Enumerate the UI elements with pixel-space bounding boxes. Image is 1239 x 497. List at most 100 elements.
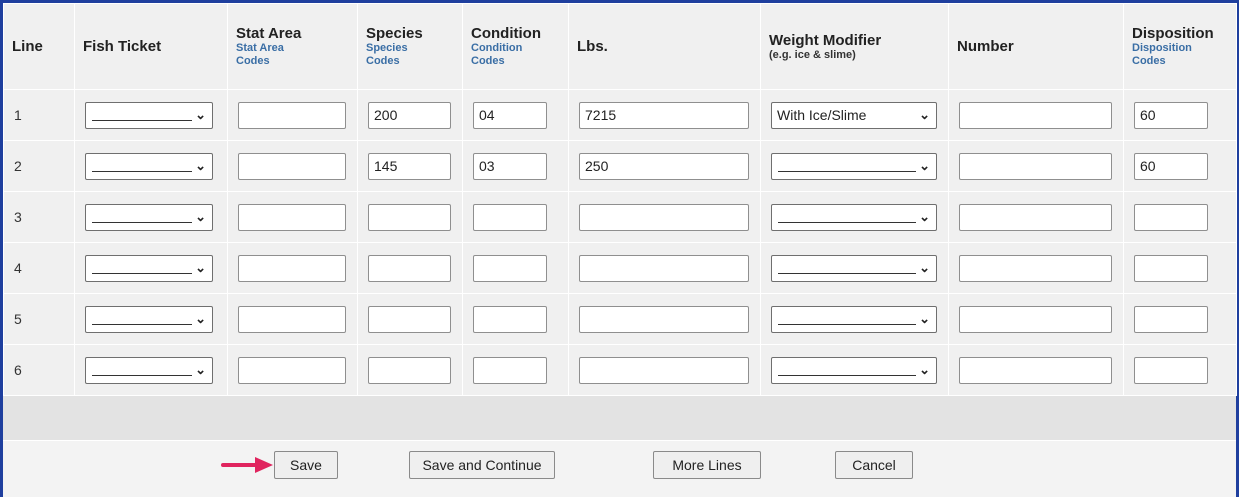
lbs-cell [568,344,761,396]
stat-area-input[interactable] [238,152,346,180]
disposition-cell [1123,140,1237,192]
species-codes-link[interactable]: Species Codes [366,42,426,68]
lbs-input[interactable] [579,101,749,129]
empty-option-line [92,272,192,274]
lbs-input[interactable] [579,305,749,333]
save-and-continue-button[interactable]: Save and Continue [409,451,555,479]
number-input[interactable] [959,254,1112,282]
stat-area-input[interactable] [238,203,346,231]
condition-cell [462,140,569,192]
chevron-down-icon: ⌄ [195,259,206,275]
species-input[interactable] [368,356,451,384]
lbs-input[interactable] [579,203,749,231]
lbs-cell [568,89,761,141]
table-row: 3 ⌄ ⌄ [3,191,1237,243]
weight-modifier-select[interactable]: ⌄ [771,152,937,180]
disposition-input[interactable] [1134,254,1208,282]
disposition-input[interactable] [1134,356,1208,384]
lbs-input[interactable] [579,356,749,384]
condition-codes-link[interactable]: Condition Codes [471,42,541,68]
table-row: 6 ⌄ ⌄ [3,344,1237,396]
condition-input[interactable] [473,101,547,129]
empty-option-line [92,170,192,172]
disposition-input[interactable] [1134,305,1208,333]
weight-modifier-cell: ⌄ [760,242,949,294]
chevron-down-icon: ⌄ [195,310,206,326]
more-lines-button[interactable]: More Lines [653,451,761,479]
disposition-input[interactable] [1134,101,1208,129]
number-input[interactable] [959,203,1112,231]
weight-modifier-select[interactable]: ⌄ [771,356,937,384]
line-number: 4 [3,242,75,294]
disposition-cell [1123,344,1237,396]
stat-area-cell [227,293,358,345]
condition-cell [462,89,569,141]
line-number: 2 [3,140,75,192]
lbs-cell [568,140,761,192]
weight-modifier-select[interactable]: ⌄ [771,203,937,231]
empty-option-line [92,323,192,325]
condition-input[interactable] [473,152,547,180]
header-fish-ticket: Fish Ticket [74,3,228,90]
line-number: 6 [3,344,75,396]
chevron-down-icon: ⌄ [919,310,930,326]
stat-area-codes-link[interactable]: Stat Area Codes [236,42,306,68]
chevron-down-icon: ⌄ [195,106,206,122]
fish-ticket-cell: ⌄ [74,242,228,294]
condition-cell [462,293,569,345]
save-button[interactable]: Save [274,451,338,479]
empty-option-line [92,221,192,223]
form-spacer [3,396,1236,440]
condition-input[interactable] [473,356,547,384]
weight-modifier-cell: ⌄ [760,344,949,396]
fish-ticket-select[interactable]: ⌄ [85,152,213,180]
number-input[interactable] [959,101,1112,129]
number-cell [948,191,1124,243]
chevron-down-icon: ⌄ [919,208,930,224]
species-input[interactable] [368,101,451,129]
fish-ticket-select[interactable]: ⌄ [85,356,213,384]
fish-ticket-select[interactable]: ⌄ [85,254,213,282]
number-input[interactable] [959,152,1112,180]
fish-ticket-cell: ⌄ [74,293,228,345]
action-bar: Save Save and Continue More Lines Cancel [3,440,1236,497]
number-input[interactable] [959,305,1112,333]
disposition-cell [1123,242,1237,294]
weight-modifier-select[interactable]: With Ice/Slime ⌄ [771,101,937,129]
species-input[interactable] [368,254,451,282]
fish-ticket-select[interactable]: ⌄ [85,101,213,129]
disposition-input[interactable] [1134,203,1208,231]
header-condition: Condition Condition Codes [462,3,569,90]
species-input[interactable] [368,305,451,333]
cancel-button[interactable]: Cancel [835,451,913,479]
lbs-input[interactable] [579,254,749,282]
condition-input[interactable] [473,305,547,333]
species-cell [357,191,463,243]
disposition-input[interactable] [1134,152,1208,180]
empty-option-line [92,119,192,121]
table-row: 4 ⌄ ⌄ [3,242,1237,294]
species-cell [357,242,463,294]
weight-modifier-select[interactable]: ⌄ [771,305,937,333]
header-weight-modifier: Weight Modifier (e.g. ice & slime) [760,3,949,90]
fish-ticket-cell: ⌄ [74,89,228,141]
species-input[interactable] [368,203,451,231]
condition-cell [462,242,569,294]
stat-area-input[interactable] [238,101,346,129]
stat-area-input[interactable] [238,305,346,333]
fish-ticket-select[interactable]: ⌄ [85,203,213,231]
number-input[interactable] [959,356,1112,384]
number-cell [948,293,1124,345]
condition-input[interactable] [473,254,547,282]
lbs-input[interactable] [579,152,749,180]
weight-modifier-select[interactable]: ⌄ [771,254,937,282]
fish-ticket-select[interactable]: ⌄ [85,305,213,333]
fish-ticket-cell: ⌄ [74,344,228,396]
disposition-codes-link[interactable]: Disposition Codes [1132,42,1202,68]
stat-area-input[interactable] [238,254,346,282]
species-input[interactable] [368,152,451,180]
stat-area-input[interactable] [238,356,346,384]
condition-input[interactable] [473,203,547,231]
line-number: 5 [3,293,75,345]
chevron-down-icon: ⌄ [195,157,206,173]
